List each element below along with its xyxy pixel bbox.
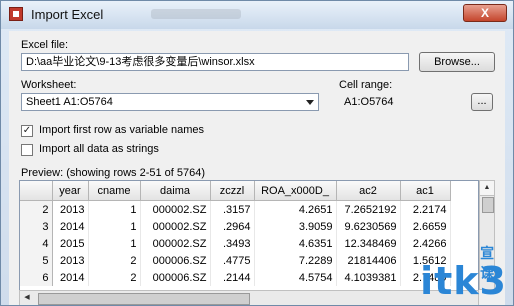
excel-file-field[interactable]: D:\aa毕业论文\9-13考虑很多变量后\winsor.xlsx bbox=[21, 53, 409, 71]
table-cell: 1 bbox=[88, 235, 141, 252]
app-icon bbox=[9, 7, 23, 21]
table-cell: .2144 bbox=[210, 269, 255, 286]
table-cell: 12.348469 bbox=[336, 235, 401, 252]
table-cell: 4.5754 bbox=[254, 269, 337, 286]
table-cell: 000006.SZ bbox=[140, 269, 211, 286]
column-header[interactable]: cname bbox=[88, 181, 141, 201]
table-row: 3 2014 1 000002.SZ .2964 3.9059 9.623056… bbox=[20, 218, 451, 235]
table-row: 6 2014 2 000006.SZ .2144 4.5754 4.103938… bbox=[20, 269, 451, 286]
table-cell: 4.6351 bbox=[254, 235, 337, 252]
cell-range-more-button[interactable]: ... bbox=[471, 93, 493, 111]
table-cell: 2015 bbox=[52, 235, 89, 252]
table-cell: .4775 bbox=[210, 252, 255, 269]
table-cell: 2014 bbox=[52, 218, 89, 235]
title-bar[interactable]: Import Excel X bbox=[1, 1, 513, 29]
table-cell: 000002.SZ bbox=[140, 218, 211, 235]
table-cell: 2.6659 bbox=[400, 218, 451, 235]
horizontal-scrollbar[interactable]: ◀ bbox=[19, 290, 479, 305]
watermark-sub: 宣课 bbox=[480, 245, 495, 281]
column-header[interactable]: zczzl bbox=[210, 181, 255, 201]
table-cell: 9.6230569 bbox=[336, 218, 401, 235]
first-row-names-checkbox[interactable]: ✓ bbox=[21, 125, 33, 137]
table-cell: 2014 bbox=[52, 269, 89, 286]
table-cell: 000002.SZ bbox=[140, 200, 211, 218]
column-header[interactable]: ROA_x000D_ bbox=[254, 181, 337, 201]
scroll-left-icon[interactable]: ◀ bbox=[20, 291, 34, 305]
column-header[interactable]: year bbox=[52, 181, 89, 201]
all-strings-label: Import all data as strings bbox=[39, 143, 159, 155]
all-strings-checkbox[interactable] bbox=[21, 144, 33, 156]
table-cell: 3.9059 bbox=[254, 218, 337, 235]
blurred-title-region bbox=[151, 9, 241, 19]
table-cell: 2.2174 bbox=[400, 200, 451, 218]
row-number: 2 bbox=[20, 200, 53, 218]
row-number-header bbox=[20, 181, 53, 201]
chevron-down-icon bbox=[306, 100, 314, 105]
scroll-up-icon[interactable]: ▲ bbox=[480, 181, 494, 196]
browse-button[interactable]: Browse... bbox=[419, 52, 495, 72]
table-cell: 000002.SZ bbox=[140, 235, 211, 252]
table-cell: 000006.SZ bbox=[140, 252, 211, 269]
window-title: Import Excel bbox=[31, 7, 104, 22]
preview-grid[interactable]: year cname daima zczzl ROA_x000D_ ac2 ac… bbox=[19, 180, 479, 305]
table-cell: 7.2289 bbox=[254, 252, 337, 269]
column-header[interactable]: daima bbox=[140, 181, 211, 201]
column-header[interactable]: ac1 bbox=[400, 181, 451, 201]
first-row-names-label: Import first row as variable names bbox=[39, 124, 205, 136]
table-cell: 4.2651 bbox=[254, 200, 337, 218]
row-number: 4 bbox=[20, 235, 53, 252]
row-number: 6 bbox=[20, 269, 53, 286]
table-row: 2 2013 1 000002.SZ .3157 4.2651 7.265219… bbox=[20, 200, 451, 218]
vertical-scroll-thumb[interactable] bbox=[482, 197, 494, 213]
table-cell: .2964 bbox=[210, 218, 255, 235]
table-row: 4 2015 1 000002.SZ .3493 4.6351 12.34846… bbox=[20, 235, 451, 252]
table-cell: 7.2652192 bbox=[336, 200, 401, 218]
table-cell: 2013 bbox=[52, 200, 89, 218]
table-cell: 2013 bbox=[52, 252, 89, 269]
horizontal-scroll-thumb[interactable] bbox=[38, 293, 250, 305]
row-number: 3 bbox=[20, 218, 53, 235]
table-cell: 21814406 bbox=[336, 252, 401, 269]
table-cell: 1 bbox=[88, 218, 141, 235]
table-cell: 2 bbox=[88, 269, 141, 286]
table-cell: 2.4266 bbox=[400, 235, 451, 252]
worksheet-label: Worksheet: bbox=[21, 79, 77, 91]
excel-file-label: Excel file: bbox=[21, 39, 69, 51]
table-row: 5 2013 2 000006.SZ .4775 7.2289 21814406… bbox=[20, 252, 451, 269]
preview-table: year cname daima zczzl ROA_x000D_ ac2 ac… bbox=[20, 181, 451, 286]
preview-label: Preview: (showing rows 2-51 of 5764) bbox=[21, 167, 206, 179]
table-cell: .3157 bbox=[210, 200, 255, 218]
table-cell: 4.1039381 bbox=[336, 269, 401, 286]
table-cell: 2 bbox=[88, 252, 141, 269]
cell-range-field[interactable]: A1:O5764 bbox=[339, 93, 463, 111]
close-button[interactable]: X bbox=[463, 4, 507, 22]
worksheet-select[interactable]: Sheet1 A1:O5764 bbox=[21, 93, 319, 111]
import-excel-dialog: Import Excel X Excel file: D:\aa毕业论文\9-1… bbox=[0, 0, 514, 306]
row-number: 5 bbox=[20, 252, 53, 269]
table-cell: 1 bbox=[88, 200, 141, 218]
cell-range-label: Cell range: bbox=[339, 79, 393, 91]
column-header[interactable]: ac2 bbox=[336, 181, 401, 201]
table-cell: .3493 bbox=[210, 235, 255, 252]
watermark-logo: 宣课 itk3 bbox=[420, 245, 507, 303]
worksheet-selected-value: Sheet1 A1:O5764 bbox=[26, 96, 113, 108]
